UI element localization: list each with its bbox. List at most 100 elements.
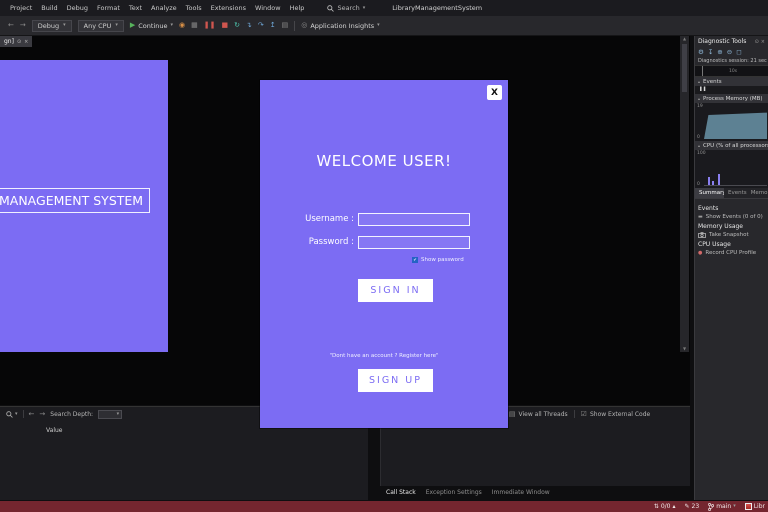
list-icon: ▤ — [508, 409, 516, 418]
menu-item-text[interactable]: Text — [129, 4, 142, 12]
show-events-label: Show Events (0 of 0) — [705, 214, 763, 220]
show-password-option[interactable]: ✔ Show password — [412, 257, 464, 263]
menu-item-debug[interactable]: Debug — [67, 4, 88, 12]
record-cpu-button[interactable]: ● Record CPU Profile — [698, 250, 765, 256]
window-close-button[interactable]: X — [487, 85, 502, 100]
visual-studio-window: Project Build Debug Format Text Analyze … — [0, 0, 768, 512]
show-external-code-toggle[interactable]: ☑ Show External Code — [581, 410, 651, 418]
menu-item-help[interactable]: Help — [290, 4, 305, 12]
step-into-icon[interactable]: ↴ — [246, 22, 252, 29]
toolbar-separator — [294, 20, 296, 31]
pending-changes[interactable]: ✎ 23 — [685, 503, 700, 510]
timeline-ruler[interactable]: 10s — [695, 65, 768, 77]
register-hint[interactable]: "Dont have an account ? Register here" — [260, 353, 508, 359]
summary-memory-title: Memory Usage — [698, 223, 744, 230]
chevron-down-icon: ▾ — [362, 4, 366, 11]
app-icon — [744, 503, 752, 510]
take-snapshot-label: Take Snapshot — [709, 232, 749, 238]
scrollbar-thumb[interactable] — [682, 44, 687, 92]
hot-reload-icon[interactable]: ◉ — [179, 22, 185, 29]
document-tab[interactable]: gn] ⊙ × — [0, 36, 33, 47]
summary-tab-content: Events ▬ Show Events (0 of 0) Memory Usa… — [695, 199, 768, 261]
menu-item-extensions[interactable]: Extensions — [211, 4, 246, 12]
cpu-section-header[interactable]: ▴ CPU (% of all processors) — [695, 141, 768, 150]
tab-events[interactable]: Events — [724, 188, 747, 198]
timeline-tick-label: 10s — [729, 69, 738, 74]
step-over-icon[interactable]: ↷ — [258, 22, 264, 29]
error-counter[interactable]: ⇅ 0/0 ▴ — [654, 503, 676, 510]
menu-item-format[interactable]: Format — [97, 4, 120, 12]
search-box[interactable]: Search ▾ — [327, 4, 365, 12]
pin-icon[interactable]: ⊙ — [755, 39, 759, 45]
value-column-header[interactable]: Value — [46, 427, 62, 434]
tab-call-stack[interactable]: Call Stack — [386, 489, 416, 496]
memory-area-series — [704, 112, 767, 139]
running-app-badge[interactable]: Libr — [744, 503, 765, 510]
take-snapshot-button[interactable]: Take Snapshot — [698, 232, 765, 238]
memory-section-header[interactable]: ▴ Process Memory (MB) — [695, 94, 768, 103]
sign-in-button[interactable]: SIGN IN — [358, 279, 433, 302]
designer-title-textbox[interactable]: MANAGEMENT SYSTEM — [0, 188, 150, 213]
tab-close-icon[interactable]: × — [24, 39, 28, 45]
zoom-out-icon[interactable]: ⊖ — [727, 49, 732, 56]
collapse-icon: ▴ — [698, 79, 701, 84]
list-icon[interactable]: ▤ — [282, 22, 289, 29]
continue-button[interactable]: ▶ Continue ▾ — [130, 22, 173, 30]
memory-section-label: Process Memory (MB) — [703, 95, 763, 102]
zoom-in-icon[interactable]: ⊕ — [717, 49, 722, 56]
step-out-icon[interactable]: ↥ — [270, 22, 276, 29]
stop-debug-icon[interactable]: ■ — [221, 22, 228, 29]
pin-icon[interactable]: ⊙ — [17, 39, 21, 45]
branch-selector[interactable]: main ▾ — [708, 502, 736, 511]
search-depth-dropdown[interactable]: ▾ — [98, 409, 123, 419]
collapse-icon: ▴ — [698, 96, 701, 101]
tab-exception-settings[interactable]: Exception Settings — [426, 489, 482, 496]
scroll-down-icon[interactable]: ▼ — [683, 347, 686, 351]
panel-close-icon[interactable]: × — [761, 39, 765, 45]
menu-item-tools[interactable]: Tools — [186, 4, 202, 12]
password-label: Password : — [308, 237, 354, 247]
reset-view-icon[interactable]: ◻ — [736, 49, 741, 56]
search-icon — [6, 410, 13, 418]
menu-item-project[interactable]: Project — [10, 4, 32, 12]
back-icon[interactable]: ← — [29, 410, 35, 418]
menu-item-build[interactable]: Build — [41, 4, 57, 12]
configuration-dropdown[interactable]: Debug ▾ — [31, 19, 72, 32]
editor-vertical-scrollbar[interactable]: ▲ ▼ — [680, 36, 689, 352]
username-row: Username : — [260, 213, 508, 227]
show-events-link[interactable]: ▬ Show Events (0 of 0) — [698, 214, 765, 220]
menu-item-window[interactable]: Window — [255, 4, 281, 12]
view-all-threads-button[interactable]: ▤ View all Threads — [508, 409, 568, 418]
navigate-forward-icon[interactable]: → — [20, 22, 26, 29]
error-counter-value: 0/0 — [660, 503, 671, 510]
application-insights-button[interactable]: ◎ Application Insights ▾ — [301, 22, 379, 30]
chevron-down-icon: ▾ — [115, 22, 118, 28]
platform-dropdown[interactable]: Any CPU ▾ — [77, 19, 124, 32]
password-input[interactable] — [358, 236, 470, 249]
break-all-icon[interactable]: ❚❚ — [204, 22, 216, 29]
window-grid-icon[interactable]: ▦ — [191, 22, 198, 29]
username-input[interactable] — [358, 213, 470, 226]
panel-search-button[interactable]: ▾ — [6, 410, 18, 418]
tab-immediate-window[interactable]: Immediate Window — [492, 489, 550, 496]
tab-memory[interactable]: Memo — [747, 188, 768, 198]
password-row: Password : — [260, 236, 508, 250]
settings-gear-icon[interactable]: ⚙ — [698, 49, 704, 56]
sign-up-button[interactable]: SIGN UP — [358, 369, 433, 392]
pending-changes-count: 23 — [691, 503, 700, 510]
cpu-axis-max: 100 — [697, 151, 706, 156]
document-tab-label: gn] — [4, 38, 14, 45]
camera-icon — [698, 232, 706, 238]
menu-item-analyze[interactable]: Analyze — [151, 4, 177, 12]
navigate-back-icon[interactable]: ← — [8, 22, 14, 29]
event-mark-icon: ▬ — [698, 214, 703, 220]
export-icon[interactable]: ↧ — [708, 49, 713, 56]
tab-summary[interactable]: Summary — [695, 188, 724, 198]
events-section-label: Events — [703, 78, 722, 85]
scroll-up-icon[interactable]: ▲ — [683, 37, 686, 41]
events-section-header[interactable]: ▴ Events — [695, 77, 768, 86]
restart-icon[interactable]: ↻ — [234, 22, 240, 29]
show-password-checkbox[interactable]: ✔ — [412, 257, 418, 263]
forward-icon[interactable]: → — [39, 410, 45, 418]
panel-title: Diagnostic Tools — [698, 38, 747, 45]
